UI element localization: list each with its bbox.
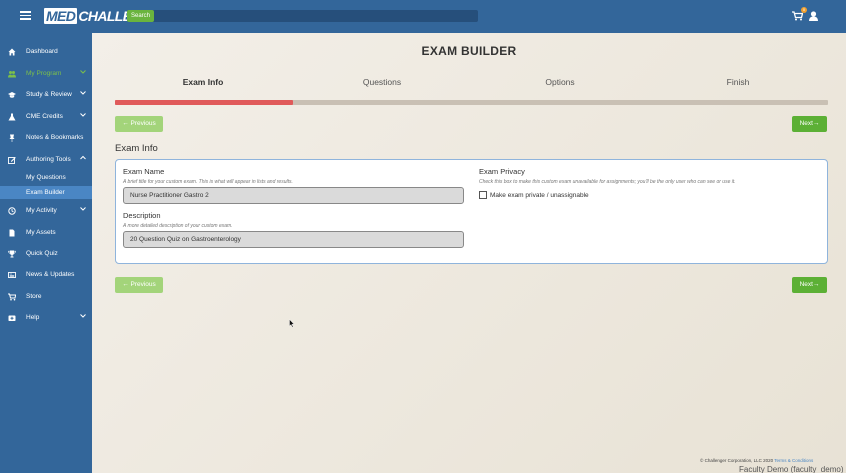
home-icon: [8, 48, 16, 56]
exam-name-help: A brief title for your custom exam. This…: [123, 179, 293, 185]
sidebar-item-label: News & Updates: [26, 271, 75, 278]
trophy-icon: [8, 250, 16, 258]
sidebar-item-quick-quiz[interactable]: Quick Quiz: [0, 244, 92, 264]
sidebar-item-label: Authoring Tools: [26, 156, 71, 163]
history-icon: [8, 207, 16, 215]
page-title: EXAM BUILDER: [421, 44, 517, 58]
sidebar-item-label: CME Credits: [26, 113, 63, 120]
description-help: A more detailed description of your cust…: [123, 223, 233, 229]
logo-prefix: MED: [44, 8, 78, 24]
sidebar-subitem-label: Exam Builder: [26, 189, 65, 196]
sidebar-item-study-review[interactable]: Study & Review: [0, 85, 92, 105]
flask-icon: [8, 113, 16, 121]
chevron-down-icon: [80, 70, 86, 74]
search-input[interactable]: [157, 10, 478, 22]
section-title: Exam Info: [115, 143, 158, 154]
sidebar-item-label: My Assets: [26, 229, 56, 236]
users-icon: [8, 71, 16, 78]
sidebar-item-label: Study & Review: [26, 91, 72, 98]
description-label: Description: [123, 211, 161, 220]
step-options[interactable]: Options: [545, 77, 574, 87]
sidebar-item-store[interactable]: Store: [0, 287, 92, 307]
exam-privacy-label: Exam Privacy: [479, 167, 525, 176]
main-content: EXAM BUILDER Exam Info Questions Options…: [92, 33, 846, 473]
first-aid-icon: [8, 315, 16, 321]
exam-info-card: Exam Name A brief title for your custom …: [115, 159, 828, 264]
sidebar-subitem-exam-builder[interactable]: Exam Builder: [0, 186, 92, 199]
user-icon[interactable]: [809, 11, 818, 21]
step-finish[interactable]: Finish: [727, 77, 750, 87]
sidebar-subitem-my-questions[interactable]: My Questions: [0, 171, 92, 184]
sidebar-item-notes-bookmarks[interactable]: Notes & Bookmarks: [0, 128, 92, 148]
sidebar-item-dashboard[interactable]: Dashboard: [0, 42, 92, 62]
terms-link[interactable]: Terms & Conditions: [774, 458, 813, 463]
step-questions[interactable]: Questions: [363, 77, 401, 87]
progress-track: [115, 100, 828, 105]
sidebar-item-my-assets[interactable]: My Assets: [0, 223, 92, 243]
edit-icon: [8, 157, 16, 164]
private-checkbox[interactable]: [479, 191, 487, 199]
next-button-bottom[interactable]: Next→: [792, 277, 827, 293]
sidebar-item-label: Quick Quiz: [26, 250, 58, 257]
sidebar-item-label: Help: [26, 314, 40, 321]
step-exam-info[interactable]: Exam Info: [183, 77, 224, 87]
private-checkbox-label[interactable]: Make exam private / unassignable: [490, 192, 589, 199]
top-bar: MED CHALLENGER Search 0: [0, 0, 846, 33]
sidebar-item-label: Store: [26, 293, 42, 300]
newspaper-icon: [8, 272, 16, 278]
exam-name-label: Exam Name: [123, 167, 165, 176]
cart-icon: [8, 293, 16, 301]
previous-button-bottom[interactable]: ← Previous: [115, 277, 163, 293]
sidebar-item-help[interactable]: Help: [0, 308, 92, 328]
footer-user-info: Faculty Demo (faculty_demo): [739, 465, 844, 473]
chevron-down-icon: [80, 314, 86, 318]
sidebar-item-my-activity[interactable]: My Activity: [0, 201, 92, 221]
sidebar-item-cme-credits[interactable]: CME Credits: [0, 107, 92, 127]
pin-icon: [9, 134, 15, 142]
search-bar: Search: [127, 10, 478, 22]
sidebar-item-label: Dashboard: [26, 48, 58, 55]
sidebar-item-label: My Program: [26, 70, 62, 77]
description-input[interactable]: [123, 231, 464, 248]
sidebar-item-label: Notes & Bookmarks: [26, 134, 84, 141]
chevron-down-icon: [80, 91, 86, 95]
sidebar-item-authoring-tools[interactable]: Authoring Tools: [0, 150, 92, 170]
copyright-text: © Challenger Corporation, LLC 2020: [700, 458, 774, 463]
hamburger-icon[interactable]: [20, 11, 31, 20]
progress-fill: [115, 100, 294, 105]
sidebar-item-news-updates[interactable]: News & Updates: [0, 265, 92, 285]
sidebar-item-label: My Activity: [26, 207, 57, 214]
mouse-pointer-icon: [289, 319, 295, 328]
sidebar: Dashboard My Program Study & Review CME …: [0, 33, 92, 473]
sidebar-item-my-program[interactable]: My Program: [0, 64, 92, 84]
exam-privacy-help: Check this box to make this custom exam …: [479, 179, 736, 185]
search-button[interactable]: Search: [127, 10, 155, 22]
chevron-down-icon: [80, 113, 86, 117]
graduation-cap-icon: [8, 92, 16, 98]
sidebar-subitem-label: My Questions: [26, 174, 66, 181]
cart-badge: 0: [801, 7, 807, 13]
chevron-up-icon: [80, 155, 86, 160]
chevron-down-icon: [80, 207, 86, 211]
previous-button[interactable]: ← Previous: [115, 116, 163, 132]
file-icon: [9, 229, 15, 237]
exam-name-input[interactable]: [123, 187, 464, 204]
footer-copyright: © Challenger Corporation, LLC 2020 Terms…: [700, 458, 813, 463]
next-button[interactable]: Next→: [792, 116, 827, 132]
